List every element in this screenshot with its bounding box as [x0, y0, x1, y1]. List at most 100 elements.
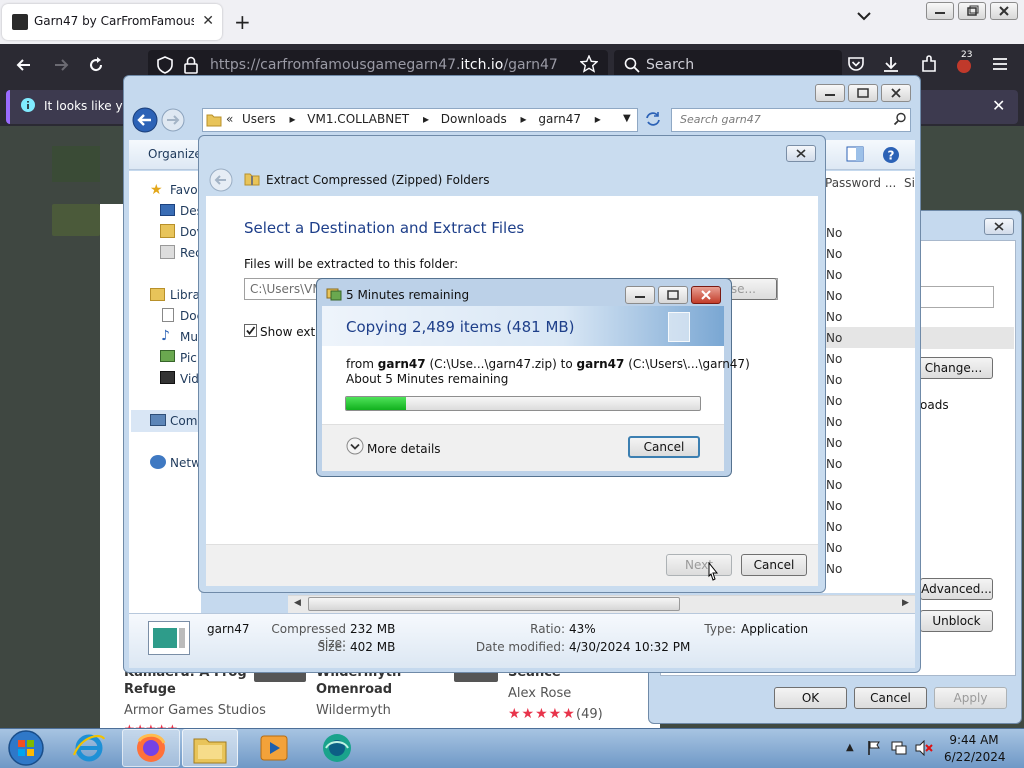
list-all-tabs-icon[interactable] [856, 10, 872, 22]
volume-muted-icon[interactable] [914, 740, 934, 756]
wizard-title: Extract Compressed (Zipped) Folders [266, 173, 490, 187]
change-button[interactable]: Change... [914, 357, 993, 379]
apply-button[interactable]: Apply [934, 687, 1007, 709]
explorer-forward-icon[interactable] [160, 108, 188, 134]
refresh-icon[interactable] [644, 110, 662, 128]
properties-field[interactable] [914, 286, 994, 308]
tray-overflow-icon[interactable]: ▲ [846, 742, 854, 753]
copy-heading: Copying 2,489 items (481 MB) [346, 318, 575, 336]
info-icon [20, 97, 36, 113]
document-watermark-icon [668, 312, 690, 342]
internet-explorer-icon[interactable] [72, 731, 106, 765]
game-author[interactable]: Armor Games Studios [124, 703, 266, 718]
nav-item-pictures[interactable]: Pic [180, 351, 197, 365]
properties-location-text: oads [920, 398, 949, 412]
password-cell: No [826, 436, 843, 450]
wizard-close-button[interactable] [786, 145, 816, 162]
downloads-icon[interactable] [882, 55, 900, 73]
size-value: 402 MB [350, 640, 396, 654]
reload-icon[interactable] [86, 55, 106, 75]
time-remaining-text: About 5 Minutes remaining [346, 372, 509, 386]
nav-item-network[interactable]: Netw [170, 456, 201, 470]
show-extracted-checkbox[interactable] [244, 324, 257, 337]
game-title-line[interactable]: Omenroad [316, 682, 392, 697]
address-dropdown-icon[interactable]: ▼ [623, 113, 631, 124]
explorer-close-button[interactable] [881, 84, 911, 102]
copy-minimize-button[interactable] [625, 286, 655, 304]
date-modified-label: Date modified: [475, 640, 565, 654]
action-center-flag-icon[interactable] [866, 740, 882, 756]
next-button[interactable]: Next [666, 554, 732, 576]
properties-close-button[interactable] [984, 218, 1014, 235]
wizard-back-icon[interactable] [209, 168, 235, 194]
chevron-down-icon[interactable] [346, 437, 364, 455]
horizontal-scrollbar-thumb[interactable] [308, 597, 680, 611]
browser-restore-button[interactable] [958, 2, 986, 20]
back-arrow-icon[interactable] [14, 55, 34, 75]
browser-tab-title: Garn47 by CarFromFamousGar [34, 14, 194, 28]
tray-clock-time[interactable]: 9:44 AM [944, 733, 1004, 747]
game-author[interactable]: Wildermyth [316, 703, 391, 718]
password-cell: No [826, 520, 843, 534]
url-text: https://carfromfamousgamegarn47.itch.io/… [210, 57, 558, 73]
breadcrumb-item[interactable]: garn47 [538, 112, 581, 126]
tab-close-icon[interactable]: ✕ [202, 13, 214, 29]
password-cell: No [826, 541, 843, 555]
browser-minimize-button[interactable] [926, 2, 954, 20]
explorer-minimize-button[interactable] [815, 84, 845, 102]
ok-button[interactable]: OK [774, 687, 847, 709]
organize-menu[interactable]: Organize [148, 147, 202, 161]
scroll-left-icon[interactable]: ◀ [294, 598, 301, 608]
game-author[interactable]: Alex Rose [508, 686, 571, 701]
nav-item-music[interactable]: Mu [180, 330, 198, 344]
more-details-toggle[interactable]: More details [367, 442, 441, 456]
pocket-icon[interactable] [847, 55, 865, 73]
wizard-cancel-button[interactable]: Cancel [741, 554, 807, 576]
browser-close-button[interactable] [990, 2, 1018, 20]
tracking-shield-icon[interactable] [156, 56, 174, 74]
copy-maximize-button[interactable] [658, 286, 688, 304]
preview-pane-icon[interactable] [846, 146, 864, 162]
nav-item-computer[interactable]: Com [170, 414, 197, 428]
lock-icon[interactable] [183, 56, 199, 74]
new-tab-button[interactable]: + [234, 10, 251, 34]
password-cell: No [826, 373, 843, 387]
download-button-fragment[interactable] [52, 204, 100, 236]
app-globe-icon[interactable] [320, 731, 354, 765]
tray-clock-date[interactable]: 6/22/2024 [944, 750, 1006, 764]
network-tray-icon[interactable] [890, 740, 908, 756]
nav-item-libraries[interactable]: Libra [170, 288, 200, 302]
explorer-back-icon[interactable] [132, 107, 160, 135]
scroll-right-icon[interactable]: ▶ [902, 598, 909, 608]
nav-item-videos[interactable]: Vid [180, 372, 199, 386]
column-header-size[interactable]: Si [904, 176, 915, 190]
copy-close-button[interactable] [691, 286, 721, 304]
forward-arrow-icon[interactable] [51, 55, 71, 75]
advanced-button[interactable]: Advanced... [920, 578, 993, 600]
password-cell: No [826, 415, 843, 429]
breadcrumb-overflow-icon[interactable]: « [226, 112, 233, 126]
notification-badge-count: 23 [959, 50, 975, 60]
notification-close-icon[interactable]: ✕ [992, 96, 1005, 115]
media-player-icon[interactable] [258, 732, 290, 764]
column-header-password[interactable]: Password ... [825, 176, 896, 190]
unblock-button[interactable]: Unblock [920, 610, 993, 632]
password-cell: No [826, 226, 843, 240]
game-title-line[interactable]: Refuge [124, 682, 176, 697]
explorer-maximize-button[interactable] [848, 84, 878, 102]
extensions-icon[interactable] [920, 55, 938, 73]
copy-cancel-button[interactable]: Cancel [628, 436, 700, 458]
browser-tab-active[interactable]: Garn47 by CarFromFamousGar ✕ [2, 4, 222, 40]
password-cell: No [826, 289, 843, 303]
breadcrumb-item[interactable]: VM1.COLLABNET [307, 112, 409, 126]
copy-progress-bar [345, 396, 701, 411]
properties-cancel-button[interactable]: Cancel [854, 687, 927, 709]
breadcrumb-item[interactable]: Users [242, 112, 276, 126]
help-icon[interactable]: ? [882, 146, 900, 164]
hamburger-menu-icon[interactable] [991, 56, 1009, 72]
search-icon[interactable] [893, 112, 907, 126]
start-button-icon[interactable] [6, 729, 46, 767]
details-file-name: garn47 [207, 622, 250, 636]
bookmark-star-icon[interactable] [580, 55, 598, 73]
breadcrumb-item[interactable]: Downloads [441, 112, 507, 126]
